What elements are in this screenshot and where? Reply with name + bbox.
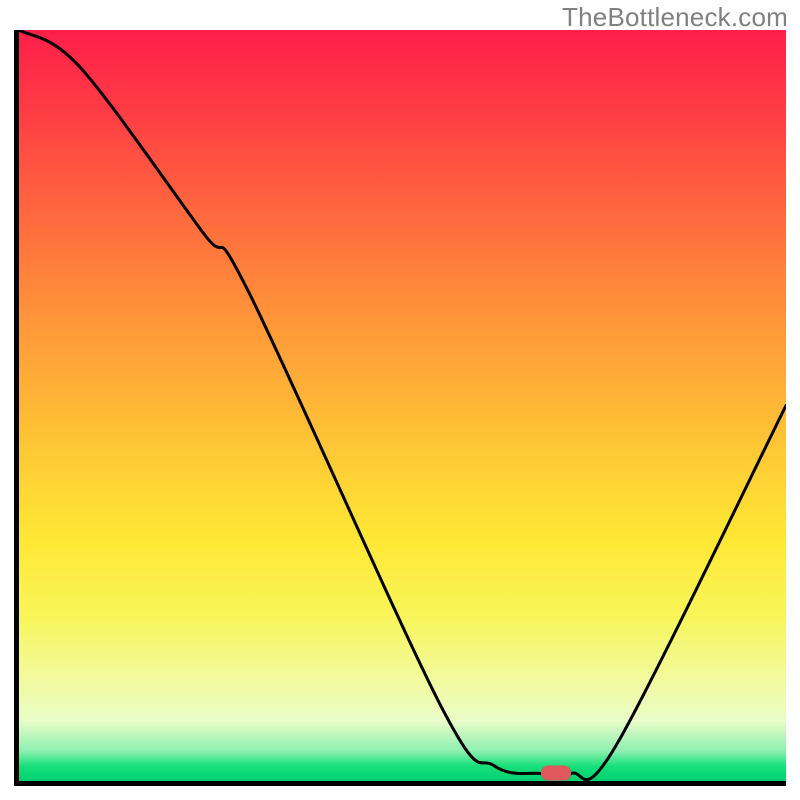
bottleneck-curve [19,30,786,781]
plot-inner [19,30,786,781]
plot-area [14,30,786,786]
optimal-point-marker [541,766,571,781]
watermark-text: TheBottleneck.com [562,2,788,33]
chart-container: TheBottleneck.com [0,0,800,800]
